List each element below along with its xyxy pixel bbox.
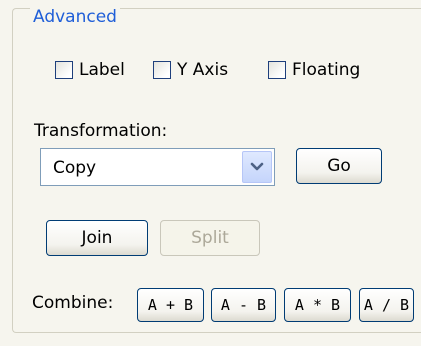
advanced-panel: Advanced Label Y Axis Floating Transform… [0, 0, 421, 346]
chevron-down-icon [250, 162, 264, 171]
combine-multiply-button[interactable]: A * B [284, 288, 351, 322]
transformation-select[interactable]: Copy [40, 148, 275, 186]
transformation-select-value: Copy [53, 158, 97, 178]
combine-add-button[interactable]: A + B [137, 288, 204, 322]
label-checkbox[interactable]: Label [55, 58, 125, 82]
y-axis-checkbox-box[interactable] [153, 61, 171, 79]
combine-label: Combine: [32, 293, 114, 313]
combine-subtract-button[interactable]: A - B [211, 288, 276, 322]
label-checkbox-box[interactable] [55, 61, 73, 79]
floating-checkbox[interactable]: Floating [268, 58, 360, 82]
combine-divide-button[interactable]: A / B [359, 288, 414, 322]
floating-checkbox-box[interactable] [268, 61, 286, 79]
go-button[interactable]: Go [296, 148, 382, 184]
split-button: Split [160, 220, 260, 256]
transformation-label: Transformation: [34, 121, 168, 141]
y-axis-checkbox[interactable]: Y Axis [153, 58, 228, 82]
join-button[interactable]: Join [46, 220, 148, 256]
floating-checkbox-label: Floating [292, 60, 361, 80]
dropdown-button[interactable] [242, 151, 272, 183]
label-checkbox-label: Label [79, 60, 125, 80]
group-title: Advanced [30, 7, 120, 27]
y-axis-checkbox-label: Y Axis [177, 60, 229, 80]
